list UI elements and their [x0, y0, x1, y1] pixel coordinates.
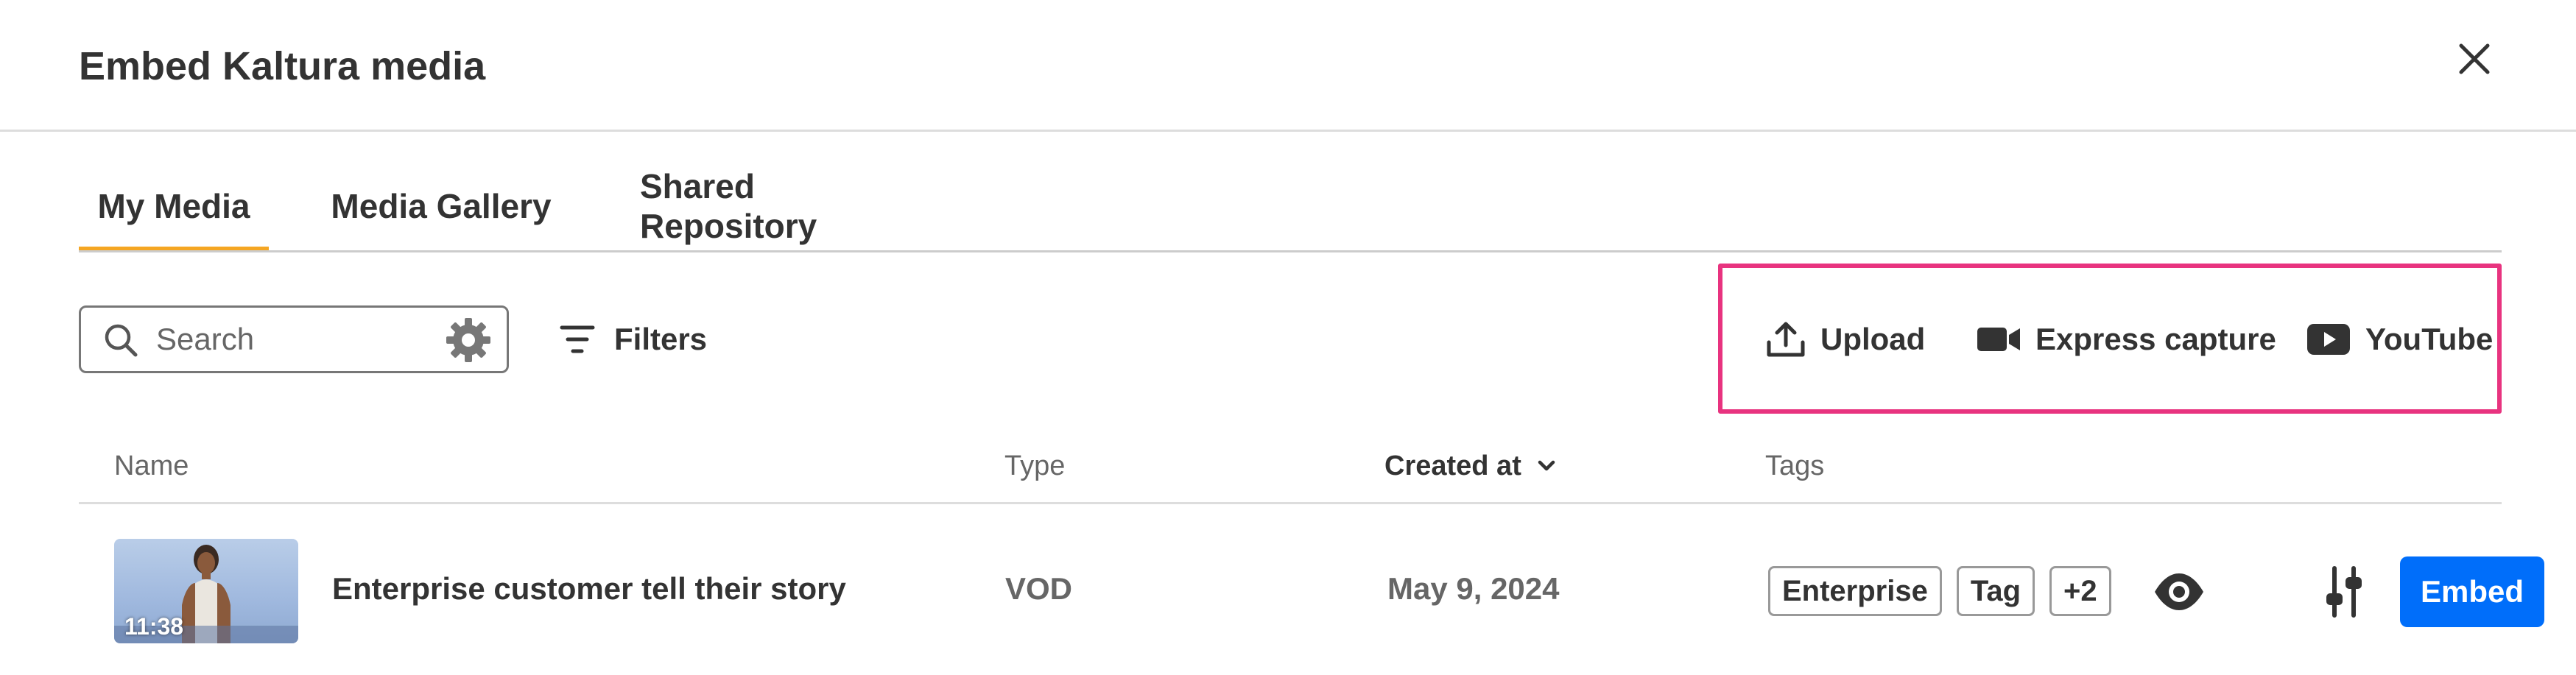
- column-header-created-at[interactable]: Created at: [1384, 445, 1555, 487]
- upload-button[interactable]: Upload: [1766, 313, 1925, 366]
- tab-media-gallery[interactable]: Media Gallery: [331, 162, 552, 250]
- express-capture-button[interactable]: Express capture: [1977, 313, 2276, 366]
- preview-button[interactable]: [2153, 570, 2206, 614]
- chevron-down-icon: [1538, 460, 1555, 471]
- youtube-label: YouTube: [2365, 322, 2494, 356]
- media-duration: 11:38: [124, 613, 184, 640]
- header-divider: [0, 130, 2576, 132]
- table-header-divider: [79, 502, 2502, 504]
- column-header-tags[interactable]: Tags: [1765, 445, 1824, 487]
- embed-media-dialog: Embed Kaltura media My Media Media Galle…: [0, 0, 2576, 675]
- express-capture-label: Express capture: [2035, 322, 2276, 356]
- tab-label: My Media: [97, 187, 250, 225]
- tab-label: Shared Repository: [640, 167, 817, 245]
- column-header-name[interactable]: Name: [114, 445, 189, 487]
- media-source-tabs: My Media Media Gallery Shared Repository: [79, 162, 2502, 253]
- media-type: VOD: [1005, 571, 1073, 606]
- tag-list: Enterprise Tag +2: [1768, 566, 2111, 616]
- close-button[interactable]: [2452, 37, 2496, 81]
- filters-label: Filters: [614, 322, 708, 356]
- tag-chip[interactable]: Tag: [1956, 566, 2035, 616]
- table-row[interactable]: 11:38 Enterprise customer tell their sto…: [79, 505, 2544, 675]
- column-header-type[interactable]: Type: [1004, 445, 1065, 487]
- tag-chip[interactable]: Enterprise: [1768, 566, 1942, 616]
- close-icon: [2459, 43, 2490, 74]
- filter-lines-icon: [560, 325, 595, 353]
- search-input[interactable]: [156, 318, 436, 361]
- tab-label: Media Gallery: [331, 187, 552, 225]
- filters-button[interactable]: Filters: [560, 313, 707, 366]
- youtube-icon: [2307, 324, 2350, 355]
- media-name[interactable]: Enterprise customer tell their story: [332, 571, 846, 607]
- youtube-button[interactable]: YouTube: [2306, 313, 2493, 366]
- tabs-divider: [79, 250, 2502, 252]
- search-icon: [105, 324, 138, 357]
- search-box: [79, 305, 509, 373]
- more-tags-chip[interactable]: +2: [2049, 566, 2111, 616]
- video-camera-icon: [1977, 328, 2020, 351]
- media-created-at: May 9, 2024: [1387, 571, 1560, 606]
- media-settings-button[interactable]: [2322, 565, 2366, 618]
- dialog-title: Embed Kaltura media: [79, 44, 486, 88]
- media-thumbnail[interactable]: 11:38: [114, 539, 298, 643]
- upload-label: Upload: [1820, 322, 1926, 356]
- sliders-icon: [2326, 566, 2362, 618]
- tab-shared-repository[interactable]: Shared Repository: [640, 162, 935, 250]
- gear-icon[interactable]: [445, 317, 492, 364]
- upload-icon: [1767, 322, 1805, 357]
- tab-my-media[interactable]: My Media: [79, 162, 269, 252]
- embed-button[interactable]: Embed: [2400, 556, 2544, 627]
- eye-icon: [2155, 573, 2203, 610]
